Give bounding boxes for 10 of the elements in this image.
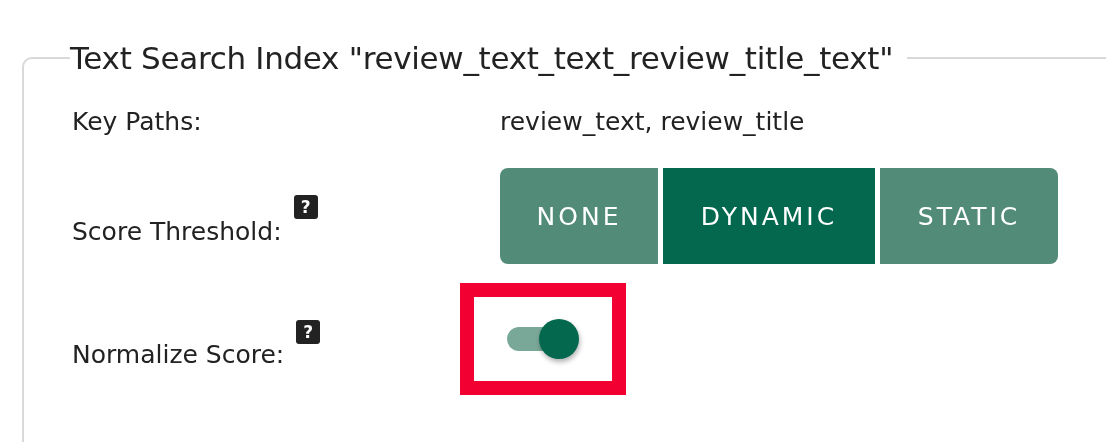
threshold-option[interactable]: NONE [500, 168, 658, 264]
field-label: Score Threshold: [72, 215, 282, 246]
threshold-option[interactable]: DYNAMIC [663, 168, 875, 264]
field-label: Normalize Score: [72, 338, 285, 369]
help-icon[interactable]: ? [293, 194, 318, 219]
threshold-option[interactable]: STATIC [880, 168, 1058, 264]
help-icon[interactable]: ? [296, 319, 321, 344]
panel-title: Text Search Index "review_text_text_review_title_text" [70, 40, 895, 76]
field-value: review_text, review_title [500, 106, 805, 136]
field-label: Key Paths: [72, 106, 202, 136]
